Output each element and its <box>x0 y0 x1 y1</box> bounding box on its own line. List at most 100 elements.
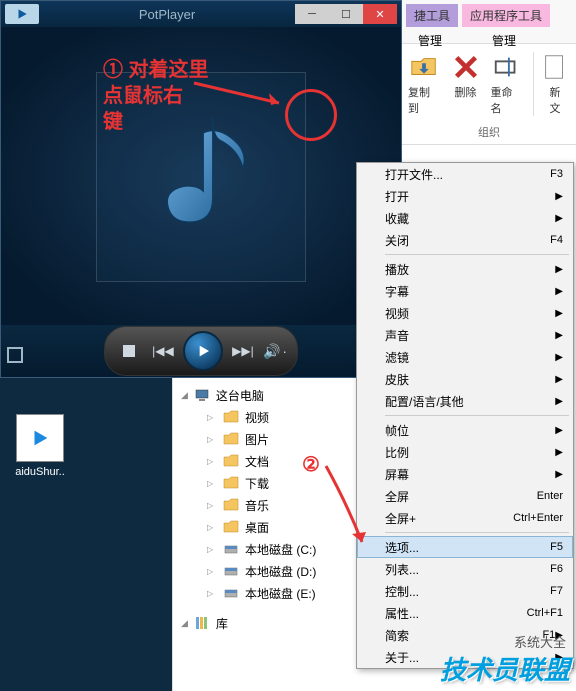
submenu-arrow-icon: ▶ <box>555 469 563 480</box>
menu-separator <box>385 254 569 255</box>
ribbon-buttons: 复制到 删除 重命名 新 文 <box>402 44 576 124</box>
menu-item-label: 关闭 <box>385 232 550 249</box>
ribbon-tab-manage2[interactable]: 管理 <box>484 29 524 52</box>
menu-item-label: 控制... <box>385 583 550 600</box>
submenu-arrow-icon: ▶ <box>555 396 563 407</box>
rename-icon <box>492 52 522 82</box>
maximize-button[interactable]: ☐ <box>329 4 363 24</box>
menu-item-label: 视频 <box>385 305 555 322</box>
menu-item-label: 字幕 <box>385 283 555 300</box>
context-menu: 打开文件...F3打开▶收藏▶关闭F4播放▶字幕▶视频▶声音▶滤镜▶皮肤▶配置/… <box>356 162 574 669</box>
volume-control[interactable]: 🔊 · <box>263 343 287 360</box>
menu-item-3[interactable]: 关闭F4 <box>357 229 573 251</box>
ribbon-tab-tools[interactable]: 捷工具 <box>406 4 458 27</box>
menu-item-5[interactable]: 播放▶ <box>357 258 573 280</box>
tree-item-7[interactable]: ▷本地磁盘 (D:) <box>173 560 356 582</box>
speaker-icon: 🔊 <box>263 343 280 360</box>
ribbon-tab-manage1[interactable]: 管理 <box>410 29 450 52</box>
menu-item-label: 帧位 <box>385 422 555 439</box>
menu-item-label: 属性... <box>385 605 527 622</box>
menu-item-label: 播放 <box>385 261 555 278</box>
tree-item-0[interactable]: ▷视频 <box>173 406 356 428</box>
submenu-arrow-icon: ▶ <box>555 264 563 275</box>
menu-item-20[interactable]: 列表...F6 <box>357 558 573 580</box>
tree-item-1[interactable]: ▷图片 <box>173 428 356 450</box>
stop-button[interactable] <box>115 337 143 365</box>
submenu-arrow-icon: ▶ <box>555 330 563 341</box>
menu-item-label: 打开 <box>385 188 555 205</box>
tree-library[interactable]: ◢库 <box>173 612 356 634</box>
menu-separator <box>385 415 569 416</box>
menu-item-shortcut: F4 <box>550 234 563 246</box>
menu-separator <box>385 532 569 533</box>
next-button[interactable]: ▶▶| <box>229 337 257 365</box>
folder-arrow-icon <box>409 52 439 82</box>
tree-item-8[interactable]: ▷本地磁盘 (E:) <box>173 582 356 604</box>
submenu-arrow-icon: ▶ <box>555 213 563 224</box>
menu-item-16[interactable]: 全屏Enter <box>357 485 573 507</box>
play-triangle-icon <box>16 414 64 462</box>
close-button[interactable]: ✕ <box>363 4 397 24</box>
menu-item-17[interactable]: 全屏+Ctrl+Enter <box>357 507 573 529</box>
app-logo-icon <box>5 4 39 24</box>
menu-item-21[interactable]: 控制...F7 <box>357 580 573 602</box>
menu-item-label: 皮肤 <box>385 371 555 388</box>
menu-item-7[interactable]: 视频▶ <box>357 302 573 324</box>
menu-item-label: 比例 <box>385 444 555 461</box>
menu-item-0[interactable]: 打开文件...F3 <box>357 163 573 185</box>
menu-item-22[interactable]: 属性...Ctrl+F1 <box>357 602 573 624</box>
play-button[interactable] <box>183 331 223 371</box>
menu-item-2[interactable]: 收藏▶ <box>357 207 573 229</box>
ribbon-tab-apps[interactable]: 应用程序工具 <box>462 4 550 27</box>
submenu-arrow-icon: ▶ <box>555 352 563 363</box>
fullscreen-icon[interactable] <box>7 347 23 363</box>
video-area[interactable]: ① 对着这里 点鼠标右 键 <box>1 27 401 327</box>
menu-item-label: 打开文件... <box>385 166 550 183</box>
submenu-arrow-icon: ▶ <box>555 425 563 436</box>
prev-button[interactable]: |◀◀ <box>149 337 177 365</box>
menu-item-shortcut: F6 <box>550 563 563 575</box>
submenu-arrow-icon: ▶ <box>555 374 563 385</box>
x-icon <box>451 52 481 82</box>
volume-tick: · <box>282 343 287 359</box>
new-label: 新 文 <box>550 84 561 116</box>
new-button[interactable]: 新 文 <box>533 52 570 116</box>
potplayer-window: PotPlayer ─ ☐ ✕ ① 对着这里 点鼠标右 键 |◀ <box>0 0 402 378</box>
menu-item-label: 声音 <box>385 327 555 344</box>
watermark: 技术员联盟 <box>440 650 570 687</box>
menu-item-shortcut: F5 <box>550 541 563 553</box>
copy-to-label: 复制到 <box>408 84 441 116</box>
desktop-shortcut[interactable]: aiduShur.. <box>4 414 76 478</box>
menu-item-label: 配置/语言/其他 <box>385 393 555 410</box>
ribbon-area: 捷工具 应用程序工具 管理 管理 复制到 删除 重命名 新 文 组织 <box>402 0 576 162</box>
menu-item-19[interactable]: 选项...F5 <box>357 536 573 558</box>
menu-item-shortcut: Ctrl+Enter <box>513 512 563 524</box>
menu-item-14[interactable]: 比例▶ <box>357 441 573 463</box>
menu-item-15[interactable]: 屏幕▶ <box>357 463 573 485</box>
rename-button[interactable]: 重命名 <box>491 52 524 116</box>
menu-item-10[interactable]: 皮肤▶ <box>357 368 573 390</box>
controls-bar: |◀◀ ▶▶| 🔊 · <box>1 325 401 377</box>
menu-item-9[interactable]: 滤镜▶ <box>357 346 573 368</box>
tree-this-pc[interactable]: ◢这台电脑 <box>173 384 356 406</box>
delete-button[interactable]: 删除 <box>451 52 481 116</box>
copy-to-button[interactable]: 复制到 <box>408 52 441 116</box>
submenu-arrow-icon: ▶ <box>555 308 563 319</box>
control-panel: |◀◀ ▶▶| 🔊 · <box>104 326 298 376</box>
submenu-arrow-icon: ▶ <box>555 447 563 458</box>
desktop-area: aiduShur.. <box>0 378 172 691</box>
menu-item-8[interactable]: 声音▶ <box>357 324 573 346</box>
menu-item-label: 屏幕 <box>385 466 555 483</box>
menu-item-label: 选项... <box>385 539 550 556</box>
menu-item-shortcut: F7 <box>550 585 563 597</box>
new-icon <box>540 52 570 82</box>
rename-label: 重命名 <box>491 84 524 116</box>
annotation-arrow-2 <box>316 462 374 552</box>
desktop-shortcut-label: aiduShur.. <box>4 466 76 478</box>
menu-item-11[interactable]: 配置/语言/其他▶ <box>357 390 573 412</box>
menu-item-13[interactable]: 帧位▶ <box>357 419 573 441</box>
menu-item-6[interactable]: 字幕▶ <box>357 280 573 302</box>
menu-item-1[interactable]: 打开▶ <box>357 185 573 207</box>
minimize-button[interactable]: ─ <box>295 4 329 24</box>
menu-item-shortcut: Ctrl+F1 <box>527 607 563 619</box>
